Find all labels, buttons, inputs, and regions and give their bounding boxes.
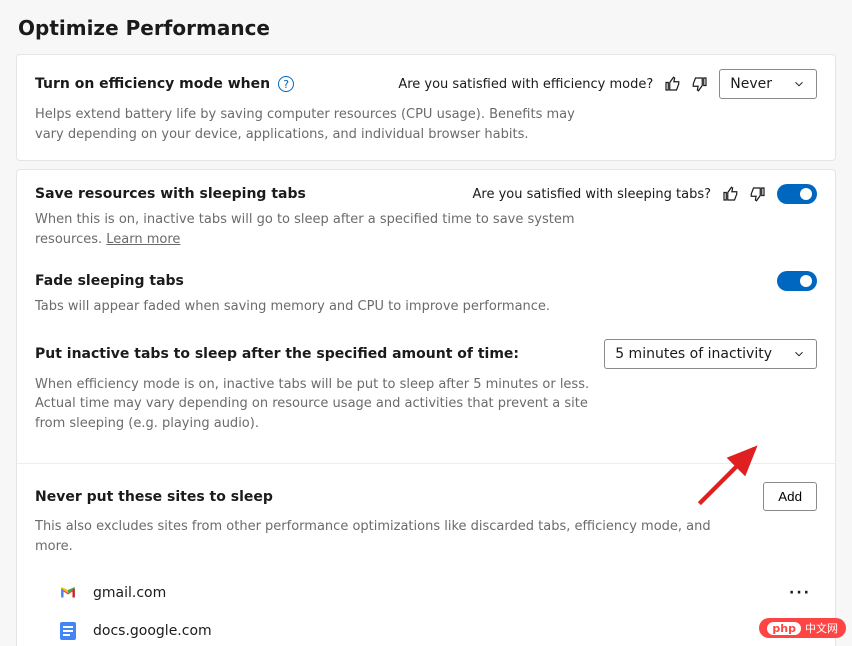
sleeping-title: Save resources with sleeping tabs (35, 186, 306, 202)
site-domain: gmail.com (93, 585, 166, 601)
site-domain: docs.google.com (93, 623, 212, 639)
watermark-badge: php 中文网 (759, 618, 846, 638)
page-title: Optimize Performance (16, 16, 836, 40)
chevron-down-icon (792, 77, 806, 91)
more-options-button[interactable]: ··· (783, 585, 817, 601)
fade-desc: Tabs will appear faded when saving memor… (35, 297, 595, 317)
exclude-desc: This also excludes sites from other perf… (35, 517, 735, 556)
efficiency-card: Turn on efficiency mode when ? Are you s… (16, 54, 836, 161)
efficiency-desc: Helps extend battery life by saving comp… (35, 105, 595, 144)
efficiency-title: Turn on efficiency mode when (35, 76, 270, 92)
site-row: gmail.com ··· (59, 574, 817, 612)
exclude-title: Never put these sites to sleep (35, 489, 273, 505)
sleeping-desc: When this is on, inactive tabs will go t… (35, 210, 595, 249)
fade-toggle[interactable] (777, 271, 817, 291)
site-favicon-icon (59, 622, 77, 640)
sleeping-card: Save resources with sleeping tabs Are yo… (16, 169, 836, 646)
fade-title: Fade sleeping tabs (35, 273, 184, 289)
site-favicon-icon (59, 584, 77, 602)
add-button[interactable]: Add (763, 482, 817, 511)
site-list: gmail.com···docs.google.com···Nnerdschal… (17, 572, 835, 646)
chevron-down-icon (792, 347, 806, 361)
sleeping-satisfied-label: Are you satisfied with sleeping tabs? (473, 187, 711, 202)
efficiency-select-value: Never (730, 76, 772, 92)
sleeping-toggle[interactable] (777, 184, 817, 204)
watermark-php: php (767, 622, 801, 635)
inactive-title: Put inactive tabs to sleep after the spe… (35, 346, 519, 362)
thumbs-up-icon[interactable] (721, 185, 739, 203)
watermark-cn: 中文网 (805, 620, 838, 636)
learn-more-link[interactable]: Learn more (106, 232, 180, 247)
inactive-select[interactable]: 5 minutes of inactivity (604, 339, 817, 369)
help-icon[interactable]: ? (278, 76, 294, 92)
efficiency-select[interactable]: Never (719, 69, 817, 99)
inactive-select-value: 5 minutes of inactivity (615, 346, 772, 362)
thumbs-down-icon[interactable] (691, 75, 709, 93)
thumbs-down-icon[interactable] (749, 185, 767, 203)
inactive-desc: When efficiency mode is on, inactive tab… (35, 375, 595, 434)
efficiency-satisfied-label: Are you satisfied with efficiency mode? (398, 77, 653, 92)
thumbs-up-icon[interactable] (663, 75, 681, 93)
site-row: docs.google.com··· (59, 612, 817, 646)
